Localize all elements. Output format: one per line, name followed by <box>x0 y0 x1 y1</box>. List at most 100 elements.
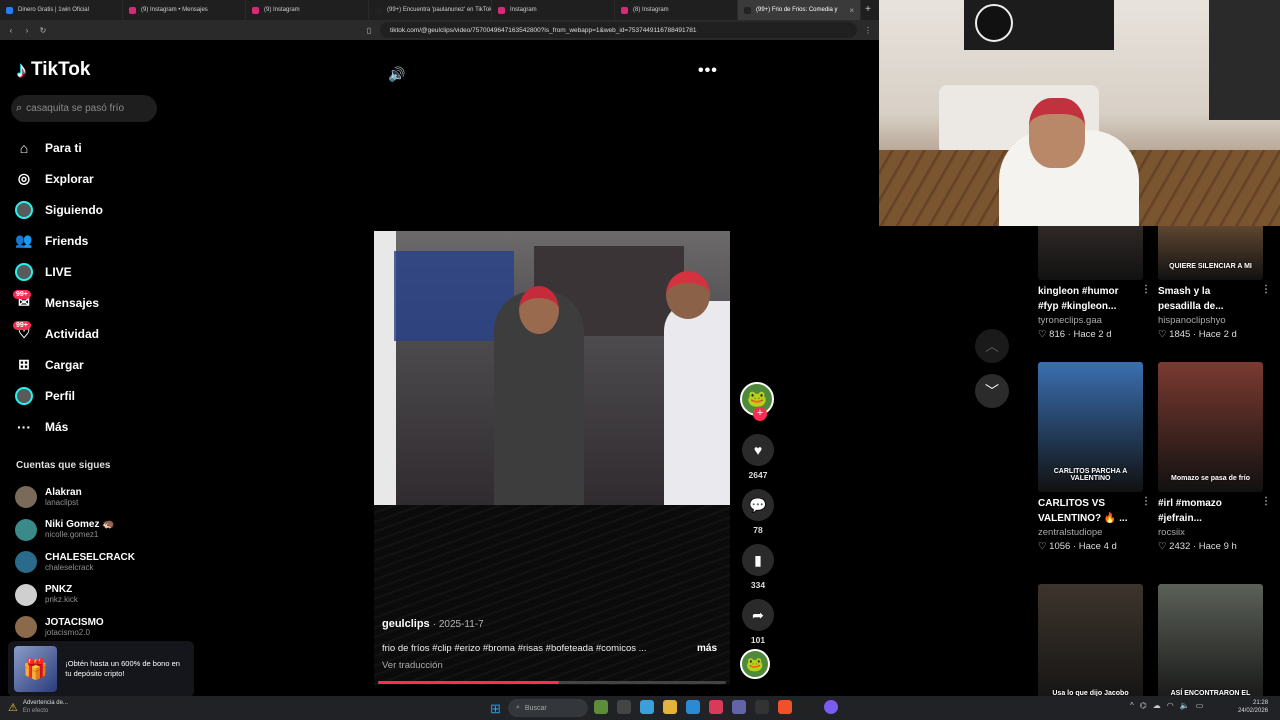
volume-icon[interactable]: 🔊 <box>388 66 405 83</box>
bookmark-save-icon[interactable]: ▮ <box>742 544 774 576</box>
suggested-video-card[interactable]: Momazo se pasa de frío #irl #momazo #jef… <box>1158 362 1271 554</box>
video-thumbnail[interactable]: ASÍ ENCONTRARON EL LUGAR DEL ASALTO <box>1158 584 1263 696</box>
network-icon[interactable]: ⌬ <box>1140 701 1147 710</box>
sidebar-item-explorar[interactable]: ◎ Explorar <box>15 163 205 194</box>
heart-icon[interactable]: ♥ <box>742 434 774 466</box>
browser-tab[interactable]: (9) Instagram <box>246 0 369 20</box>
teams-icon[interactable] <box>732 700 746 714</box>
like-action[interactable]: ♥ 2647 <box>740 434 776 482</box>
messenger-icon[interactable] <box>824 700 838 714</box>
back-icon[interactable]: ‹ <box>6 26 16 35</box>
suggested-video-card[interactable]: CARLITOS PARCHA A VALENTINO CARLITOS VS … <box>1038 362 1151 554</box>
app-icon[interactable] <box>709 700 723 714</box>
warning-notification[interactable]: ⚠ Advertencia de... En efecto <box>8 699 68 715</box>
sidebar-item-live[interactable]: LIVE <box>15 256 205 287</box>
following-account[interactable]: PNKZ pnkz.kick <box>15 579 205 612</box>
reload-icon[interactable]: ↻ <box>38 26 48 35</box>
suggested-video-card[interactable]: ASÍ ENCONTRARON EL LUGAR DEL ASALTO <box>1158 584 1268 696</box>
copilot-icon[interactable] <box>640 700 654 714</box>
tray-chevron-icon[interactable]: ^ <box>1130 701 1134 710</box>
suggested-title[interactable]: #irl #momazo #jefrain... <box>1158 496 1253 526</box>
caption-more-link[interactable]: más <box>697 643 717 654</box>
wifi-icon[interactable]: ◠ <box>1167 701 1174 710</box>
comment-action[interactable]: 💬 78 <box>740 489 776 537</box>
url-field[interactable]: tiktok.com/@geulclips/video/757004964716… <box>380 22 857 38</box>
taskbar-clock[interactable]: 21:28 24/02/2026 <box>1238 699 1268 715</box>
author-name[interactable]: geulclips <box>382 618 430 630</box>
video-author[interactable]: geulclips · 2025-11-7 <box>382 618 484 630</box>
extensions-icon[interactable]: ⋮ <box>863 26 873 35</box>
suggested-author[interactable]: zentralstudiope <box>1038 526 1148 540</box>
promo-banner[interactable]: 🎁 ¡Obtén hasta un 600% de bono en tu dep… <box>8 641 194 697</box>
windows-start-icon[interactable]: ⊞ <box>490 701 501 717</box>
previous-video-button[interactable]: ︿ <box>975 329 1009 363</box>
browser-tab[interactable]: (99+) Frio de Frios: Comedia y × <box>738 0 861 20</box>
following-account[interactable]: Alakran lanaclipst <box>15 481 205 514</box>
taskbar-search[interactable]: ⌕ Buscar <box>508 699 588 717</box>
more-options-icon[interactable]: ••• <box>698 62 718 80</box>
file-explorer-icon[interactable] <box>663 700 677 714</box>
suggested-author[interactable]: rocsiix <box>1158 526 1268 540</box>
sidebar-item-mensajes[interactable]: ✉ 99+ Mensajes <box>13 287 205 318</box>
obs-icon[interactable] <box>801 700 815 714</box>
video-progress-bar[interactable] <box>378 681 726 684</box>
sidebar-item-cargar[interactable]: ⊞ Cargar <box>15 349 205 380</box>
bookmark-icon[interactable]: ▯ <box>364 26 374 35</box>
card-menu-icon[interactable]: ⋮ <box>1261 496 1271 507</box>
video-thumbnail[interactable]: Momazo se pasa de frío <box>1158 362 1263 492</box>
following-account[interactable]: Niki Gomez 🦔 nicolle.gomez1 <box>15 514 205 547</box>
video-thumbnail[interactable] <box>1038 226 1143 280</box>
store-icon[interactable] <box>755 700 769 714</box>
suggested-title[interactable]: Smash y la pesadilla de... <box>1158 284 1253 314</box>
browser-tab[interactable]: (99+) Encuentra 'paulanunez' en TikTok <box>369 0 492 20</box>
forward-icon[interactable]: › <box>22 26 32 35</box>
sidebar-item-siguiendo[interactable]: Siguiendo <box>15 194 205 225</box>
video-thumbnail[interactable]: Usa lo que dijo Jacobo grinberg para tu … <box>1038 584 1143 696</box>
following-account[interactable]: CHALESELCRACK chaleselcrack <box>15 546 205 579</box>
task-view-icon[interactable] <box>617 700 631 714</box>
close-tab-icon[interactable]: × <box>849 6 854 15</box>
comment-icon[interactable]: 💬 <box>742 489 774 521</box>
edge-icon[interactable] <box>686 700 700 714</box>
suggested-video-card[interactable]: kingleon #humor #fyp #kingleon... ⋮ tyro… <box>1038 226 1151 342</box>
sidebar-item-para-ti[interactable]: ⌂ Para ti <box>15 132 205 163</box>
sidebar-item-actividad[interactable]: ♡ 99+ Actividad <box>13 318 205 349</box>
brave-icon[interactable] <box>778 700 792 714</box>
following-account[interactable]: JOTACISMO jotacismo2.0 <box>15 611 205 644</box>
video-thumbnail[interactable]: CARLITOS PARCHA A VALENTINO <box>1038 362 1143 492</box>
browser-tab[interactable]: Dinero Gratis | 1win Oficial <box>0 0 123 20</box>
sidebar-item-perfil[interactable]: Perfil <box>15 380 205 411</box>
suggested-title[interactable]: CARLITOS VS VALENTINO? 🔥 ... <box>1038 496 1133 526</box>
sound-disc-icon[interactable]: 🐸 <box>740 649 770 679</box>
card-menu-icon[interactable]: ⋮ <box>1141 496 1151 507</box>
save-action[interactable]: ▮ 334 <box>740 544 776 592</box>
cloud-icon[interactable]: ☁ <box>1153 701 1161 710</box>
suggested-title[interactable]: kingleon #humor #fyp #kingleon... <box>1038 284 1133 314</box>
browser-tab[interactable]: (9) Instagram • Mensajes <box>123 0 246 20</box>
card-menu-icon[interactable]: ⋮ <box>1141 284 1151 295</box>
battery-icon[interactable]: ▭ <box>1196 701 1204 710</box>
suggested-author[interactable]: tyroneclips.gaa <box>1038 314 1148 328</box>
suggested-video-card[interactable]: QUIERE SILENCIAR A MI Smash y la pesadil… <box>1158 226 1271 342</box>
translate-link[interactable]: Ver traducción <box>382 660 443 671</box>
suggested-author[interactable]: hispanoclipshyo <box>1158 314 1268 328</box>
tiktok-logo[interactable]: ♪ TikTok <box>16 57 90 83</box>
sidebar-item-m-s[interactable]: ··· Más <box>15 411 205 442</box>
suggested-video-card[interactable]: Usa lo que dijo Jacobo grinberg para tu … <box>1038 584 1148 696</box>
next-video-button[interactable]: ﹀ <box>975 374 1009 408</box>
sidebar-item-friends[interactable]: 👥 Friends <box>15 225 205 256</box>
volume-tray-icon[interactable]: 🔈 <box>1180 701 1190 710</box>
new-tab-button[interactable]: + <box>861 0 875 20</box>
search-input[interactable]: ⌕ casaquita se pasó frío <box>11 95 157 122</box>
browser-tab[interactable]: (8) Instagram <box>615 0 738 20</box>
sidebar-nav: ⌂ Para ti ◎ Explorar Siguiendo 👥 Friends L… <box>13 132 205 442</box>
browser-tab[interactable]: Instagram <box>492 0 615 20</box>
follow-plus-icon[interactable]: + <box>753 407 767 421</box>
creator-avatar[interactable]: 🐸 + <box>740 382 774 421</box>
share-action[interactable]: ➦ 101 <box>740 599 776 647</box>
video-player[interactable] <box>374 231 730 505</box>
video-thumbnail[interactable]: QUIERE SILENCIAR A MI <box>1158 226 1263 280</box>
share-icon[interactable]: ➦ <box>742 599 774 631</box>
weather-app-icon[interactable] <box>594 700 608 714</box>
card-menu-icon[interactable]: ⋮ <box>1261 284 1271 295</box>
